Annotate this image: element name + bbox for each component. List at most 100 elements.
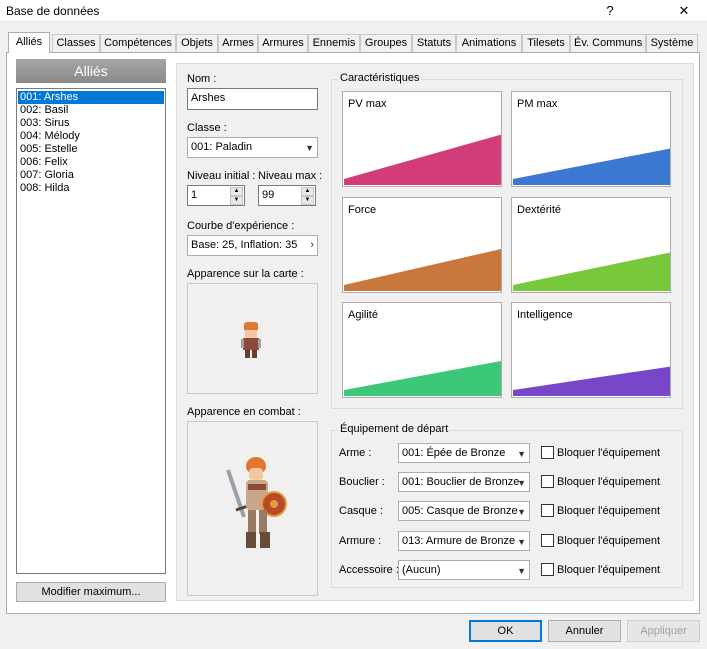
equipment-title: Équipement de départ bbox=[338, 423, 451, 435]
chart-label: Dextérité bbox=[517, 204, 562, 216]
window-title: Base de données bbox=[6, 4, 100, 18]
spin-up-icon[interactable]: ▲ bbox=[301, 187, 314, 196]
spin-down-icon[interactable]: ▼ bbox=[230, 196, 243, 205]
lock-label: Bloquer l'équipement bbox=[557, 476, 661, 488]
chevron-down-icon: ▼ bbox=[517, 478, 526, 488]
tab-tilesets[interactable]: Tilesets bbox=[522, 34, 570, 52]
chart-dexterite[interactable]: Dextérité bbox=[511, 197, 671, 293]
title-bar: Base de données ? ✕ bbox=[0, 0, 707, 22]
chart-area bbox=[344, 134, 501, 185]
slot-label-accessory: Accessoire : bbox=[339, 564, 399, 576]
tab-classes[interactable]: Classes bbox=[52, 34, 100, 52]
help-button[interactable]: ? bbox=[596, 2, 624, 20]
chart-label: Force bbox=[348, 204, 377, 216]
modify-max-button[interactable]: Modifier maximum... bbox=[16, 582, 166, 602]
helmet-select[interactable]: 005: Casque de Bronze ▼ bbox=[398, 501, 530, 521]
tab-objets[interactable]: Objets bbox=[176, 34, 218, 52]
battle-sprite-box[interactable] bbox=[187, 421, 318, 596]
initial-level-value: 1 bbox=[191, 189, 198, 201]
max-level-stepper[interactable]: 99 ▲ ▼ bbox=[258, 185, 316, 206]
list-item[interactable]: 005: Estelle bbox=[18, 143, 164, 156]
initial-level-stepper[interactable]: 1 ▲ ▼ bbox=[187, 185, 245, 206]
chart-area bbox=[344, 249, 501, 291]
chart-force[interactable]: Force bbox=[342, 197, 502, 293]
class-select[interactable]: 001: Paladin ▼ bbox=[187, 137, 318, 158]
chevron-right-icon[interactable]: › bbox=[310, 238, 314, 253]
lock-weapon-checkbox[interactable] bbox=[541, 446, 554, 459]
chart-intelligence[interactable]: Intelligence bbox=[511, 302, 671, 398]
spin-down-icon[interactable]: ▼ bbox=[301, 196, 314, 205]
list-header: Alliés bbox=[16, 59, 166, 83]
chart-pv-max[interactable]: PV max bbox=[342, 91, 502, 187]
chart-pm-max[interactable]: PM max bbox=[511, 91, 671, 187]
helmet-value: 005: Casque de Bronze bbox=[402, 505, 518, 517]
list-item[interactable]: 001: Arshes bbox=[18, 91, 164, 104]
ok-button[interactable]: OK bbox=[469, 620, 542, 642]
list-item[interactable]: 002: Basil bbox=[18, 104, 164, 117]
chart-area bbox=[513, 366, 670, 396]
chevron-down-icon: ▼ bbox=[517, 566, 526, 576]
exp-curve-field[interactable]: Base: 25, Inflation: 35 › bbox=[187, 235, 318, 256]
weapon-select[interactable]: 001: Épée de Bronze ▼ bbox=[398, 443, 530, 463]
class-select-value: 001: Paladin bbox=[191, 141, 253, 153]
tab-armures[interactable]: Armures bbox=[258, 34, 308, 52]
name-input[interactable]: Arshes bbox=[187, 88, 318, 110]
lock-shield-checkbox[interactable] bbox=[541, 475, 554, 488]
chevron-down-icon: ▼ bbox=[517, 507, 526, 517]
lock-helmet-checkbox[interactable] bbox=[541, 504, 554, 517]
tab-statuts[interactable]: Statuts bbox=[412, 34, 456, 52]
actor-list[interactable]: 001: Arshes 002: Basil 003: Sirus 004: M… bbox=[16, 88, 166, 574]
max-level-value: 99 bbox=[262, 189, 275, 201]
tab-ennemis[interactable]: Ennemis bbox=[308, 34, 360, 52]
weapon-value: 001: Épée de Bronze bbox=[402, 447, 506, 459]
slot-label-shield: Bouclier : bbox=[339, 476, 385, 488]
map-appearance-label: Apparence sur la carte : bbox=[187, 268, 304, 280]
slot-label-armor: Armure : bbox=[339, 535, 382, 547]
armor-select[interactable]: 013: Armure de Bronze ▼ bbox=[398, 531, 530, 551]
exp-curve-label: Courbe d'expérience : bbox=[187, 220, 295, 232]
list-item[interactable]: 006: Felix bbox=[18, 156, 164, 169]
accessory-select[interactable]: (Aucun) ▼ bbox=[398, 560, 530, 580]
list-item[interactable]: 007: Gloria bbox=[18, 169, 164, 182]
lock-label: Bloquer l'équipement bbox=[557, 447, 661, 459]
name-label: Nom : bbox=[187, 73, 217, 85]
lock-accessory-checkbox[interactable] bbox=[541, 563, 554, 576]
tab-groupes[interactable]: Groupes bbox=[360, 34, 412, 52]
apply-button[interactable]: Appliquer bbox=[627, 620, 700, 642]
lock-label: Bloquer l'équipement bbox=[557, 505, 661, 517]
list-item[interactable]: 008: Hilda bbox=[18, 182, 164, 195]
tab-systeme[interactable]: Système bbox=[646, 34, 698, 52]
exp-curve-value: Base: 25, Inflation: 35 bbox=[191, 239, 298, 251]
lock-armor-checkbox[interactable] bbox=[541, 534, 554, 547]
slot-label-weapon: Arme : bbox=[339, 447, 372, 459]
spin-up-icon[interactable]: ▲ bbox=[230, 187, 243, 196]
chart-area bbox=[344, 361, 501, 396]
chevron-down-icon: ▼ bbox=[305, 143, 314, 153]
lock-label: Bloquer l'équipement bbox=[557, 535, 661, 547]
chart-label: PV max bbox=[348, 98, 387, 110]
chart-label: PM max bbox=[517, 98, 558, 110]
chart-agilite[interactable]: Agilité bbox=[342, 302, 502, 398]
max-level-label: Niveau max : bbox=[258, 170, 323, 182]
tab-animations[interactable]: Animations bbox=[456, 34, 522, 52]
battle-appearance-label: Apparence en combat : bbox=[187, 406, 301, 418]
list-item[interactable]: 003: Sirus bbox=[18, 117, 164, 130]
close-icon[interactable]: ✕ bbox=[670, 2, 698, 20]
cancel-button[interactable]: Annuler bbox=[548, 620, 621, 642]
map-sprite bbox=[241, 322, 261, 358]
tab-strip: Alliés Classes Compétences Objets Armes … bbox=[6, 32, 700, 53]
tab-competences[interactable]: Compétences bbox=[100, 34, 176, 52]
armor-value: 013: Armure de Bronze bbox=[402, 535, 516, 547]
chart-label: Agilité bbox=[348, 309, 378, 321]
map-sprite-box[interactable] bbox=[187, 283, 318, 394]
tab-allies[interactable]: Alliés bbox=[8, 32, 50, 53]
battle-sprite bbox=[226, 457, 287, 548]
tab-armes[interactable]: Armes bbox=[218, 34, 258, 52]
shield-select[interactable]: 001: Bouclier de Bronze ▼ bbox=[398, 472, 530, 492]
chart-area bbox=[513, 252, 670, 291]
list-item[interactable]: 004: Mélody bbox=[18, 130, 164, 143]
tab-ev-communs[interactable]: Év. Communs bbox=[570, 34, 646, 52]
chart-label: Intelligence bbox=[517, 309, 573, 321]
chevron-down-icon: ▼ bbox=[517, 537, 526, 547]
shield-value: 001: Bouclier de Bronze bbox=[402, 476, 520, 488]
